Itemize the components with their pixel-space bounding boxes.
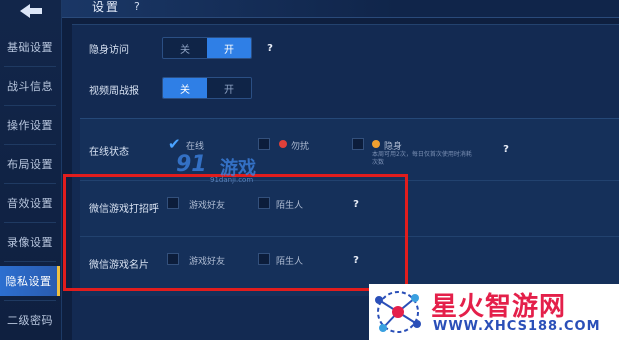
dnd-option-label: 勿扰 [291,142,310,152]
back-button[interactable] [0,0,62,22]
sidebar-divider [4,105,56,106]
network-logo-icon [375,291,421,333]
sidebar-divider [4,300,56,301]
header-help-icon[interactable]: ? [134,0,140,14]
invisible-icon [372,140,380,148]
invisible-checkbox[interactable] [352,138,364,150]
online-option-label: 在线 [186,142,205,152]
header-bar: 设置 ? [62,0,619,18]
logo-url-text: WWW.XHCS188.COM [433,319,601,334]
stealth-on-option[interactable]: 开 [207,38,251,58]
sidebar-item-controls[interactable]: 操作设置 [0,110,60,140]
sidebar-divider [4,183,56,184]
sidebar-divider [4,144,56,145]
logo-text-cn: 星火智游网 [431,292,567,322]
stealth-help-icon[interactable]: ? [264,42,276,54]
highlight-annotation-box [63,174,408,291]
online-status-label: 在线状态 [89,147,129,158]
watermark-91-number: 91 [176,152,207,177]
online-status-help-icon[interactable]: ? [500,143,512,155]
invisible-hint-text: 本周可用2次，每日仅首次使用时消耗次数 [372,151,472,166]
weekly-report-toggle[interactable]: 关 开 [162,77,252,99]
sidebar-item-battle-info[interactable]: 战斗信息 [0,71,60,101]
sidebar-item-basic[interactable]: 基础设置 [0,32,60,62]
sidebar-divider [4,261,56,262]
dnd-icon [279,140,287,148]
sidebar-divider [4,66,56,67]
stealth-access-label: 隐身访问 [89,45,129,56]
weekly-report-off-option[interactable]: 关 [163,78,207,98]
checkmark-icon[interactable]: ✔ [168,137,181,152]
sidebar-item-replay[interactable]: 录像设置 [0,227,60,257]
page-title: 设置 [92,0,121,14]
sidebar-item-layout[interactable]: 布局设置 [0,149,60,179]
back-arrow-icon [20,4,42,18]
watermark-91-url: 91danji.com [210,176,254,184]
stealth-off-option[interactable]: 关 [163,38,207,58]
sidebar: 基础设置 战斗信息 操作设置 布局设置 音效设置 录像设置 隐私设置 二级密码 [0,0,62,340]
watermark-91danji: 91 游戏 91danji.com [176,152,286,186]
stealth-access-toggle[interactable]: 关 开 [162,37,252,59]
sidebar-item-sound[interactable]: 音效设置 [0,188,60,218]
sidebar-divider [4,222,56,223]
dnd-checkbox[interactable] [258,138,270,150]
weekly-report-label: 视频周战报 [89,86,139,97]
sidebar-item-privacy[interactable]: 隐私设置 [0,266,60,296]
sidebar-item-secondary-password[interactable]: 二级密码 [0,305,60,335]
site-logo-watermark: 星火智游网 WWW.XHCS188.COM [369,284,619,340]
weekly-report-on-option[interactable]: 开 [207,78,251,98]
